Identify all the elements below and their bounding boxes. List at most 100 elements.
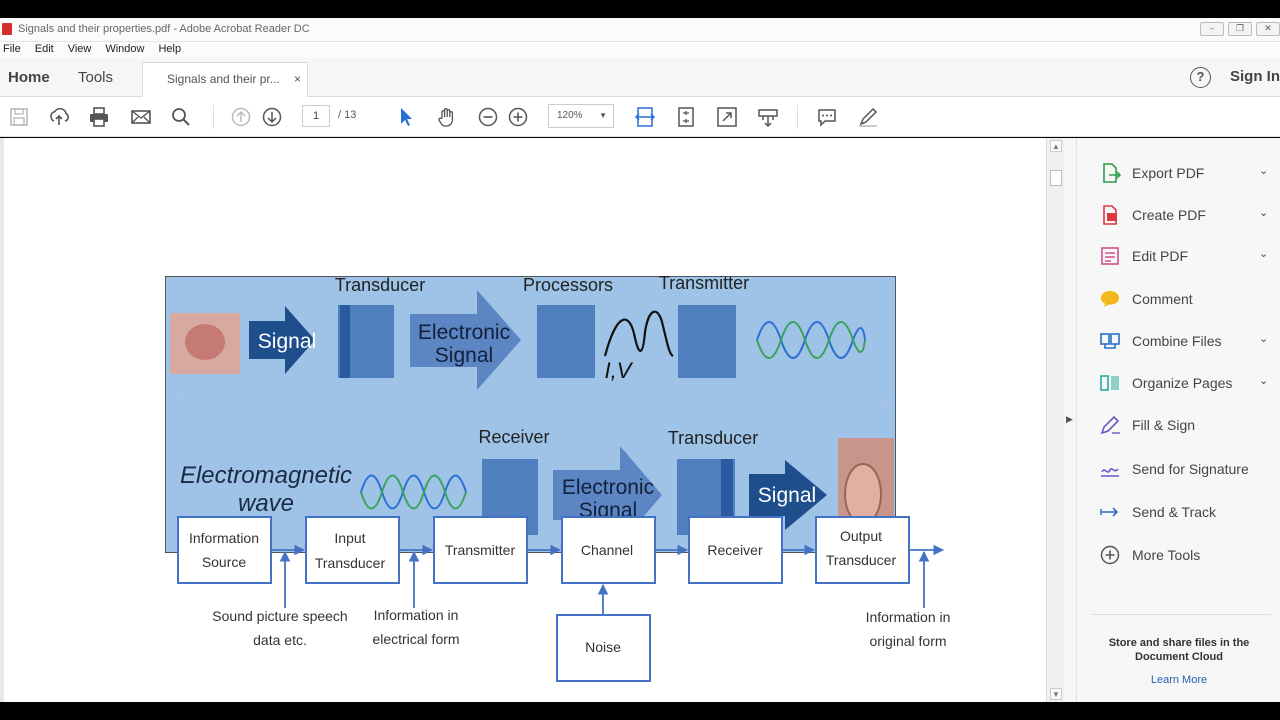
tab-tools[interactable]: Tools	[78, 58, 113, 97]
top-black-band	[0, 0, 1280, 18]
page-total: / 13	[338, 109, 357, 121]
close-tab-icon[interactable]: ×	[294, 63, 301, 96]
transducer-label-bottom: Transducer	[668, 428, 758, 448]
email-icon[interactable]	[129, 105, 153, 129]
tool-send-for-signature[interactable]: Send for Signature	[1077, 454, 1280, 484]
comment-icon	[1101, 291, 1119, 307]
tool-label: Edit PDF	[1132, 248, 1189, 264]
tool-create-pdf[interactable]: Create PDF ⌄	[1077, 200, 1280, 230]
tool-organize-pages[interactable]: Organize Pages ⌄	[1077, 368, 1280, 398]
tool-label: Organize Pages	[1132, 375, 1233, 391]
chevron-down-icon[interactable]: ⌄	[1259, 206, 1268, 219]
full-screen-icon[interactable]	[715, 105, 739, 129]
zoom-select[interactable]: 120% ▼	[548, 104, 614, 128]
bottom-black-band	[0, 702, 1280, 720]
zoom-out-icon[interactable]	[476, 105, 500, 129]
upload-icon[interactable]	[47, 105, 71, 129]
menu-file[interactable]: File	[3, 42, 21, 58]
em-wave-label-line1: Electromagnetic	[180, 462, 352, 489]
page-up-icon[interactable]	[229, 105, 253, 129]
page-number-input[interactable]: 1	[302, 105, 330, 127]
print-icon[interactable]	[87, 105, 111, 129]
close-window-button[interactable]: ✕	[1256, 22, 1280, 36]
organize-pages-icon	[1100, 375, 1119, 391]
create-pdf-icon	[1103, 205, 1117, 225]
document-area[interactable]: Signal Transducer Electronic Signal Proc…	[0, 138, 1046, 702]
tool-combine-files[interactable]: Combine Files ⌄	[1077, 326, 1280, 356]
search-icon[interactable]	[169, 105, 193, 129]
slide-prev-icon: ‹	[175, 380, 186, 413]
menu-window[interactable]: Window	[105, 42, 144, 58]
block-label: Output	[840, 528, 882, 544]
tool-comment[interactable]: Comment	[1077, 284, 1280, 314]
tab-bar: Home Tools Signals and their pr... × ? S…	[0, 58, 1280, 97]
learn-more-link[interactable]: Learn More	[1077, 674, 1280, 686]
read-mode-icon[interactable]	[756, 105, 780, 129]
zoom-in-icon[interactable]	[506, 105, 530, 129]
block-label: Receiver	[707, 542, 763, 558]
tab-document-label: Signals and their pr...	[167, 72, 280, 86]
hand-icon[interactable]	[435, 105, 459, 129]
menu-help[interactable]: Help	[158, 42, 181, 58]
block-input-transducer	[305, 516, 400, 584]
tool-label: Send for Signature	[1132, 461, 1249, 477]
tool-edit-pdf[interactable]: Edit PDF ⌄	[1077, 241, 1280, 271]
fit-width-icon[interactable]	[633, 105, 657, 129]
block-label: Information	[189, 530, 259, 546]
fit-page-icon[interactable]	[674, 105, 698, 129]
cloud-text-line2: Document Cloud	[1135, 651, 1223, 663]
tool-label: Create PDF	[1132, 207, 1206, 223]
tool-label: Export PDF	[1132, 165, 1205, 181]
cloud-text-line1: Store and share files in the	[1108, 637, 1250, 649]
chevron-down-icon: ▼	[599, 111, 607, 120]
tab-home[interactable]: Home	[8, 58, 50, 97]
block-label: Transducer	[315, 555, 386, 571]
caption-source-line2: data etc.	[253, 632, 307, 648]
chevron-down-icon[interactable]: ⌄	[1259, 332, 1268, 345]
processors-label: Processors	[523, 276, 613, 295]
vertical-scrollbar[interactable]: ▲ ▼	[1046, 138, 1064, 702]
select-arrow-icon[interactable]	[394, 105, 418, 129]
minimize-button[interactable]: –	[1200, 22, 1224, 36]
mouth-photo-detail	[185, 324, 225, 360]
transducer-label-top: Transducer	[335, 276, 425, 295]
transmitter-block	[678, 305, 736, 378]
processors-block	[537, 305, 595, 378]
iv-label: I,V	[605, 358, 634, 383]
maximize-button[interactable]: ❐	[1228, 22, 1252, 36]
tool-send-track[interactable]: Send & Track	[1077, 497, 1280, 527]
collapse-panel-icon[interactable]: ▶	[1066, 414, 1073, 425]
menu-view[interactable]: View	[68, 42, 92, 58]
chevron-down-icon[interactable]: ⌄	[1259, 374, 1268, 387]
tool-export-pdf[interactable]: Export PDF ⌄	[1077, 158, 1280, 188]
edit-pdf-icon	[1101, 247, 1119, 265]
electronic-signal-bottom-line1: Electronic	[562, 476, 654, 499]
caption-input-line2: electrical form	[372, 631, 459, 647]
block-diagram: Information Source Input Transducer Tran…	[177, 516, 951, 682]
chevron-down-icon[interactable]: ⌄	[1259, 247, 1268, 260]
scroll-up-icon[interactable]: ▲	[1050, 140, 1062, 152]
caption-output-line1: Information in	[866, 609, 951, 625]
scroll-down-icon[interactable]: ▼	[1050, 688, 1062, 700]
send-track-icon	[1100, 507, 1119, 517]
comment-icon[interactable]	[815, 105, 839, 129]
page-down-icon[interactable]	[260, 105, 284, 129]
menu-edit[interactable]: Edit	[35, 42, 54, 58]
caption-output-line2: original form	[869, 633, 946, 649]
scroll-thumb[interactable]	[1050, 170, 1062, 186]
save-icon[interactable]	[7, 105, 31, 129]
panel-splitter[interactable]: ▶	[1064, 138, 1076, 702]
chevron-down-icon[interactable]: ⌄	[1259, 164, 1268, 177]
tool-fill-sign[interactable]: Fill & Sign	[1077, 410, 1280, 440]
tool-more-tools[interactable]: More Tools	[1077, 540, 1280, 570]
send-signature-icon	[1101, 468, 1119, 477]
pen-icon[interactable]	[856, 105, 880, 129]
tool-label: Fill & Sign	[1132, 417, 1196, 433]
tab-document[interactable]: Signals and their pr... ×	[142, 62, 308, 97]
title-bar: Signals and their properties.pdf - Adobe…	[0, 18, 1280, 42]
acrobat-logo-icon	[2, 23, 12, 35]
block-label: Channel	[581, 542, 633, 558]
sign-in-link[interactable]: Sign In	[1230, 68, 1280, 85]
help-icon[interactable]: ?	[1190, 67, 1211, 88]
tool-label: Comment	[1132, 291, 1193, 307]
